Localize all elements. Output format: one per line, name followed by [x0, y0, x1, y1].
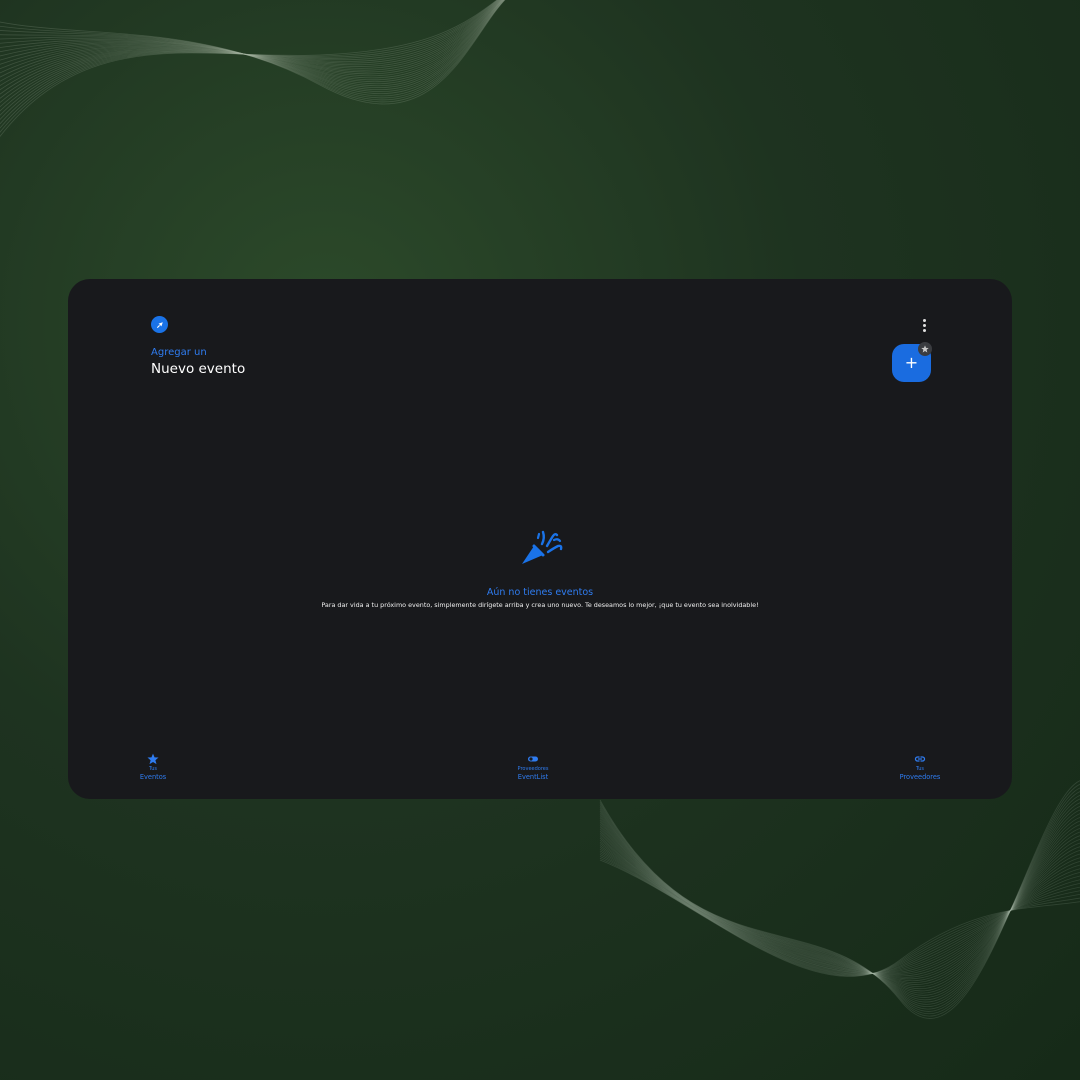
nav-tus-proveedores[interactable]: Tus Proveedores — [880, 753, 960, 781]
nav-label: Proveedores — [899, 773, 941, 781]
app-window: Agregar un Nuevo evento + Aún no tienes … — [68, 279, 1012, 799]
nav-small-label: Tus — [915, 766, 925, 772]
page-title: Nuevo evento — [151, 361, 246, 377]
app-logo[interactable] — [151, 316, 168, 333]
nav-eventlist[interactable]: Proveedores EventList — [493, 753, 573, 781]
empty-state-message: Para dar vida a tu próximo evento, simpl… — [321, 601, 759, 609]
nav-tus-eventos[interactable]: Tus Eventos — [113, 753, 193, 781]
nav-small-label: Tus — [148, 766, 158, 772]
plus-icon: + — [904, 353, 919, 372]
more-vertical-icon — [922, 318, 926, 322]
nav-small-label: Proveedores — [517, 766, 549, 772]
more-options-button[interactable] — [918, 317, 930, 333]
party-popper-icon — [522, 530, 563, 564]
rocket-icon — [156, 321, 163, 328]
star-icon — [147, 753, 159, 765]
link-icon — [914, 756, 926, 762]
toggle-icon — [528, 756, 538, 762]
empty-state-title: Aún no tienes eventos — [486, 587, 594, 598]
nav-label: Eventos — [139, 773, 167, 781]
nav-label: EventList — [517, 773, 549, 781]
fab-badge — [918, 342, 932, 356]
page-subtitle: Agregar un — [151, 347, 207, 358]
star-icon — [921, 345, 929, 353]
